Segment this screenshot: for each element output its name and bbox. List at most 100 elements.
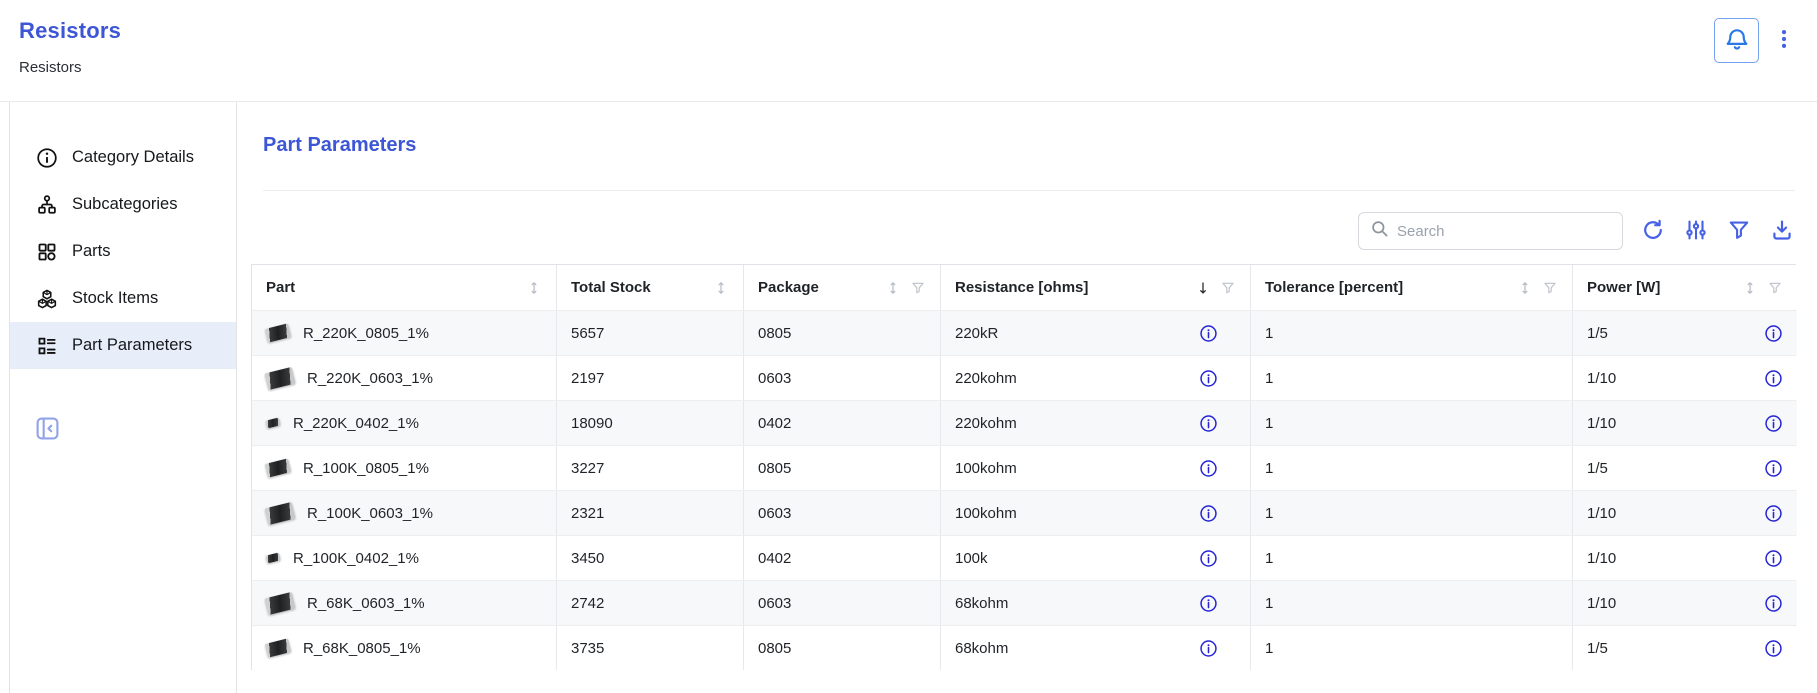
column-header-package[interactable]: Package (744, 265, 941, 310)
part-thumbnail (265, 323, 292, 342)
table-row[interactable]: R_220K_0402_1%180900402220kohm11/10 (252, 400, 1795, 445)
power-cell: 1/5 (1573, 626, 1797, 670)
page-title: Resistors (19, 18, 121, 44)
sidebar: Category Details Subcategories Parts Stock … (10, 102, 237, 693)
column-header-part[interactable]: Part (252, 265, 557, 310)
resistance-cell: 100kohm (941, 491, 1251, 535)
settings-button[interactable] (1683, 218, 1709, 244)
power-info-icon[interactable] (1764, 414, 1783, 433)
tolerance-cell: 1 (1251, 581, 1573, 625)
part-name: R_100K_0402_1% (293, 550, 419, 567)
resistance-info-icon[interactable] (1199, 414, 1218, 433)
part-cell: R_220K_0805_1% (252, 311, 557, 355)
power-info-icon[interactable] (1764, 594, 1783, 613)
power-info-icon[interactable] (1764, 369, 1783, 388)
power-cell: 1/10 (1573, 401, 1797, 445)
column-label: Package (758, 279, 885, 296)
column-filter-icon[interactable] (1767, 280, 1783, 296)
resistance-cell: 220kR (941, 311, 1251, 355)
sort-icon[interactable] (526, 280, 542, 296)
more-menu-button[interactable] (1773, 18, 1795, 63)
tolerance-cell: 1 (1251, 491, 1573, 535)
resistance-info-icon[interactable] (1199, 594, 1218, 613)
header-titles: Resistors Resistors (19, 18, 121, 76)
column-filter-icon[interactable] (1542, 280, 1558, 296)
column-header-tolerance-percent[interactable]: Tolerance [percent] (1251, 265, 1573, 310)
power-cell: 1/10 (1573, 356, 1797, 400)
table-row[interactable]: R_220K_0603_1%21970603220kohm11/10 (252, 355, 1795, 400)
table-row[interactable]: R_100K_0805_1%32270805100kohm11/5 (252, 445, 1795, 490)
table-body: R_220K_0805_1%56570805220kR11/5R_220K_06… (252, 310, 1795, 670)
resistance-info-icon[interactable] (1199, 504, 1218, 523)
table-row[interactable]: R_68K_0805_1%3735080568kohm11/5 (252, 625, 1795, 670)
resistance-value: 68kohm (955, 640, 1008, 657)
filter-button[interactable] (1726, 218, 1752, 244)
resistance-cell: 68kohm (941, 626, 1251, 670)
part-cell: R_220K_0603_1% (252, 356, 557, 400)
column-label: Part (266, 279, 526, 296)
bell-icon (1724, 26, 1750, 55)
power-info-icon[interactable] (1764, 549, 1783, 568)
part-thumbnail (264, 591, 295, 614)
refresh-button[interactable] (1640, 218, 1666, 244)
resistance-info-icon[interactable] (1199, 369, 1218, 388)
resistance-value: 100kohm (955, 460, 1017, 477)
notifications-button[interactable] (1714, 18, 1759, 63)
column-filter-icon[interactable] (910, 280, 926, 296)
sort-icon[interactable] (885, 280, 901, 296)
part-thumbnail (265, 638, 292, 657)
table-row[interactable]: R_68K_0603_1%2742060368kohm11/10 (252, 580, 1795, 625)
refresh-icon (1641, 218, 1665, 245)
table-row[interactable]: R_100K_0402_1%34500402100k11/10 (252, 535, 1795, 580)
resistance-cell: 100k (941, 536, 1251, 580)
section-divider (263, 190, 1795, 191)
total-stock-cell: 2321 (557, 491, 744, 535)
part-parameters-table: Part Total Stock Package Resistance [ohms]T… (251, 264, 1796, 670)
sort-icon[interactable] (713, 280, 729, 296)
sidebar-item-category-details[interactable]: Category Details (10, 134, 236, 181)
resistance-info-icon[interactable] (1199, 549, 1218, 568)
download-button[interactable] (1769, 218, 1795, 244)
power-info-icon[interactable] (1764, 459, 1783, 478)
resistance-cell: 100kohm (941, 446, 1251, 490)
download-icon (1770, 218, 1794, 245)
column-header-power-w[interactable]: Power [W] (1573, 265, 1797, 310)
page-header: Resistors Resistors (0, 0, 1817, 102)
table-header-row: Part Total Stock Package Resistance [ohms]T… (252, 265, 1795, 310)
power-value: 1/5 (1587, 325, 1608, 342)
sidebar-item-label: Parts (72, 242, 111, 261)
sidebar-item-label: Stock Items (72, 289, 158, 308)
list-details-icon (36, 335, 58, 357)
resistance-cell: 220kohm (941, 401, 1251, 445)
sort-icon[interactable] (1517, 280, 1533, 296)
part-name: R_68K_0805_1% (303, 640, 421, 657)
table-row[interactable]: R_220K_0805_1%56570805220kR11/5 (252, 310, 1795, 355)
resistance-info-icon[interactable] (1199, 639, 1218, 658)
sidebar-item-subcategories[interactable]: Subcategories (10, 181, 236, 228)
column-filter-icon[interactable] (1220, 280, 1236, 296)
tolerance-cell: 1 (1251, 626, 1573, 670)
power-cell: 1/5 (1573, 446, 1797, 490)
power-value: 1/10 (1587, 370, 1616, 387)
resistance-info-icon[interactable] (1199, 324, 1218, 343)
column-header-total-stock[interactable]: Total Stock (557, 265, 744, 310)
breadcrumb[interactable]: Resistors (19, 59, 121, 76)
power-info-icon[interactable] (1764, 639, 1783, 658)
collapse-sidebar-button[interactable] (34, 415, 61, 445)
power-value: 1/5 (1587, 460, 1608, 477)
topbar-actions (1714, 18, 1795, 63)
tolerance-cell: 1 (1251, 356, 1573, 400)
sort-icon[interactable] (1742, 280, 1758, 296)
column-header-resistance-ohms[interactable]: Resistance [ohms] (941, 265, 1251, 310)
sidebar-item-part-parameters[interactable]: Part Parameters (10, 322, 236, 369)
sidebar-item-parts[interactable]: Parts (10, 228, 236, 275)
power-info-icon[interactable] (1764, 324, 1783, 343)
sidebar-item-label: Subcategories (72, 195, 178, 214)
sidebar-item-stock-items[interactable]: Stock Items (10, 275, 236, 322)
resistance-info-icon[interactable] (1199, 459, 1218, 478)
sort-desc-icon[interactable] (1195, 280, 1211, 296)
part-name: R_100K_0805_1% (303, 460, 429, 477)
search-input[interactable] (1397, 223, 1612, 240)
power-info-icon[interactable] (1764, 504, 1783, 523)
table-row[interactable]: R_100K_0603_1%23210603100kohm11/10 (252, 490, 1795, 535)
